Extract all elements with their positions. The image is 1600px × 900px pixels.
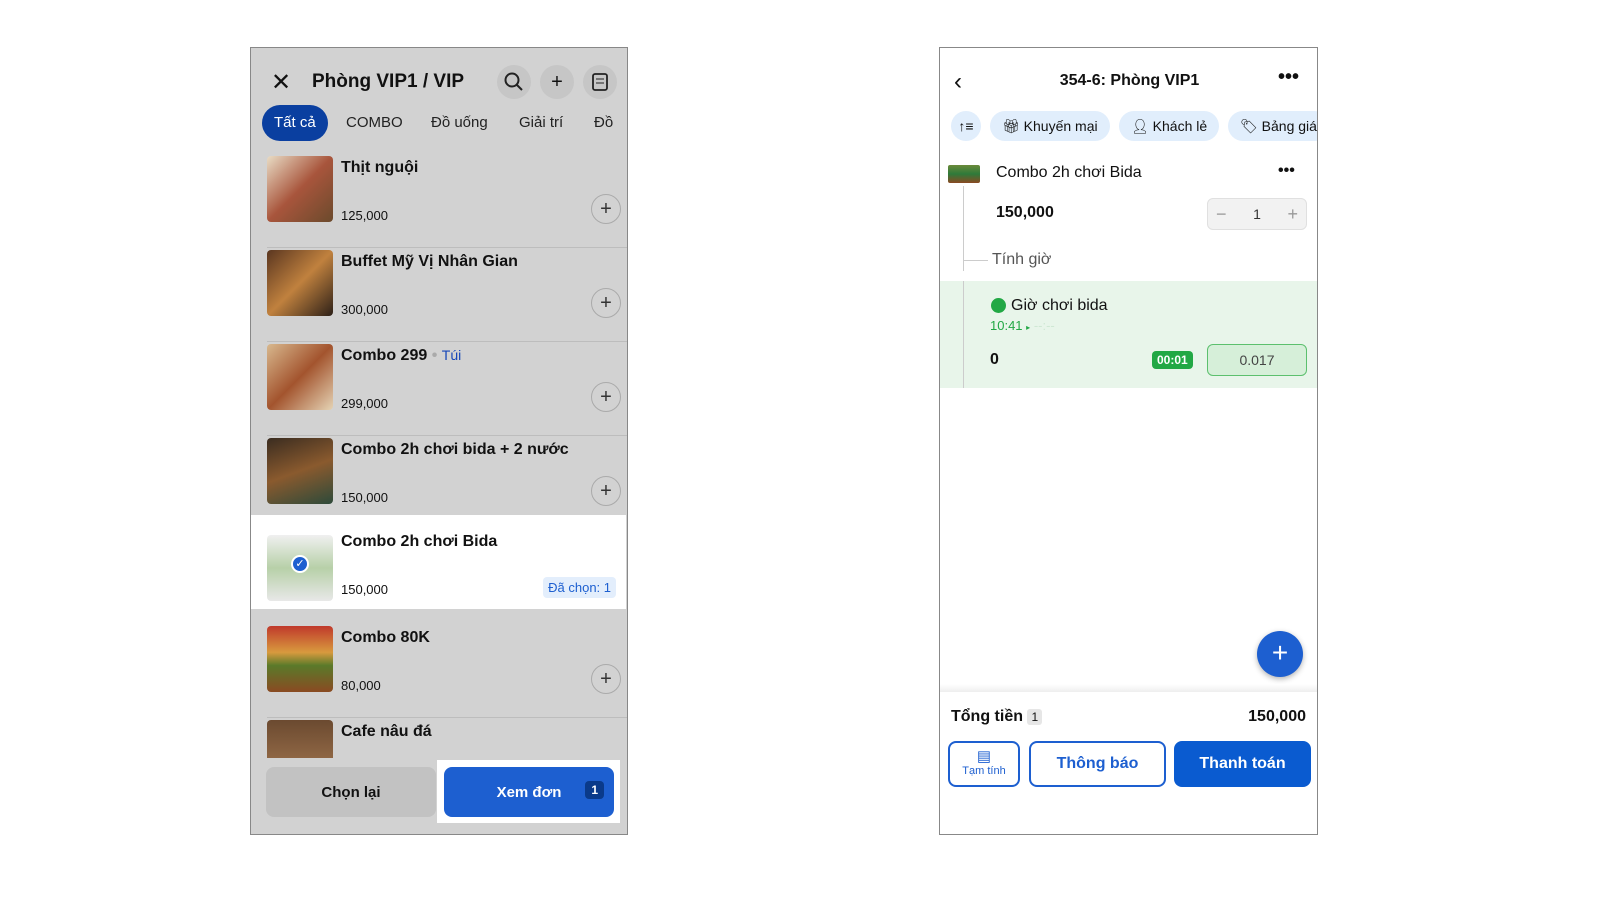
close-icon[interactable]: ✕ [271,68,291,97]
tab-more[interactable]: Đồ [594,105,613,141]
product-name: Combo 80K [341,629,430,646]
product-item[interactable]: Thịt nguội 125,000 + [251,154,627,248]
clock-icon [991,298,1006,313]
product-image [267,344,333,410]
add-icon[interactable]: + [540,65,574,99]
product-price: 300,000 [341,302,388,317]
quantity-stepper[interactable]: − 1 + [1207,198,1307,230]
timer-amount: 0 [990,351,999,368]
customer-chip[interactable]: 👤︎ Khách lẻ [1119,111,1220,141]
product-picker-panel: ✕ Phòng VIP1 / VIP + Tất cả COMBO Đồ uốn… [250,47,628,835]
add-item-button[interactable]: + [591,194,621,224]
gift-icon: 🎁︎ [1002,118,1020,134]
product-item[interactable]: Combo 80K 80,000 + [251,624,627,718]
product-name: Combo 299 • Túi [341,347,462,364]
add-item-button[interactable]: + [591,664,621,694]
add-item-button[interactable]: + [591,382,621,412]
price-list-chip[interactable]: 🏷︎ Bảng giá [1228,111,1317,141]
view-order-label: Xem đơn [496,783,562,801]
reset-button[interactable]: Chọn lại [266,767,436,817]
total-amount: 150,000 [1248,708,1306,725]
product-item-selected[interactable]: ✓ Combo 2h chơi Bida 150,000 Đã chọn: 1 [251,515,626,609]
selected-count-badge: Đã chọn: 1 [543,577,616,598]
product-image: ✓ [267,535,333,601]
order-title: 354-6: Phòng VIP1 [1059,72,1200,89]
more-icon[interactable]: ••• [1278,66,1299,89]
tab-entertainment[interactable]: Giải trí [519,105,563,141]
tab-combo[interactable]: COMBO [346,105,403,141]
product-price: 80,000 [341,678,381,693]
tag-icon: 🏷︎ [1240,118,1258,134]
product-name: Combo 2h chơi Bida [341,533,498,550]
product-image [267,626,333,692]
product-name: Thịt nguội [341,159,419,176]
product-image [267,438,333,504]
order-count-badge: 1 [585,781,604,799]
timer-start: 10:41 ▸ --:-- [990,318,1055,333]
plus-icon[interactable]: + [1287,204,1298,225]
view-order-button[interactable]: Xem đơn 1 [444,767,614,817]
total-count-badge: 1 [1027,709,1043,725]
product-price: 125,000 [341,208,388,223]
hours-input[interactable]: 0.017 [1207,344,1307,376]
time-billing-label: Tính giờ [992,251,1052,268]
product-tag: Túi [441,347,462,363]
order-item-name[interactable]: Combo 2h chơi Bida [996,164,1142,182]
notify-button[interactable]: Thông báo [1029,741,1166,787]
quantity-value: 1 [1253,206,1261,222]
product-item[interactable]: Buffet Mỹ Vị Nhân Gian 300,000 + [251,248,627,342]
promotion-chip[interactable]: 🎁︎ Khuyến mại [990,111,1110,141]
product-price: 150,000 [341,582,388,597]
order-panel: ‹ 354-6: Phòng VIP1 ••• ↑≡ 🎁︎ Khuyến mại… [939,47,1318,835]
product-price: 150,000 [341,490,388,505]
sort-icon[interactable]: ↑≡ [951,111,981,141]
total-label: Tổng tiền 1 [951,708,1043,726]
minus-icon[interactable]: − [1216,204,1227,225]
product-name: Combo 2h chơi bida + 2 nước [341,441,569,458]
tab-drinks[interactable]: Đồ uống [431,105,488,141]
add-item-fab[interactable]: + [1257,631,1303,677]
product-name: Cafe nâu đá [341,723,432,740]
add-item-button[interactable]: + [591,288,621,318]
timer-row[interactable]: Giờ chơi bida 10:41 ▸ --:-- 0 00:01 0.01… [940,281,1317,388]
tab-all[interactable]: Tất cả [262,105,328,141]
menu-book-icon[interactable] [583,65,617,99]
user-icon: 👤︎ [1131,118,1149,134]
product-image [267,156,333,222]
search-icon[interactable] [497,65,531,99]
page-title: Phòng VIP1 / VIP [312,71,465,92]
item-more-icon[interactable]: ••• [1278,162,1295,180]
duration-badge: 00:01 [1152,351,1193,369]
receipt-icon: ▤ [976,748,992,765]
product-price: 299,000 [341,396,388,411]
product-item[interactable]: Combo 299 • Túi 299,000 + [251,342,627,436]
timer-name: Giờ chơi bida [1011,297,1108,314]
item-thumbnail [948,165,980,183]
product-image [267,250,333,316]
temp-bill-button[interactable]: ▤ Tạm tính [948,741,1020,787]
check-icon: ✓ [291,555,309,573]
add-item-button[interactable]: + [591,476,621,506]
product-name: Buffet Mỹ Vị Nhân Gian [341,253,518,270]
pay-button[interactable]: Thanh toán [1174,741,1311,787]
order-item-price: 150,000 [996,204,1054,221]
